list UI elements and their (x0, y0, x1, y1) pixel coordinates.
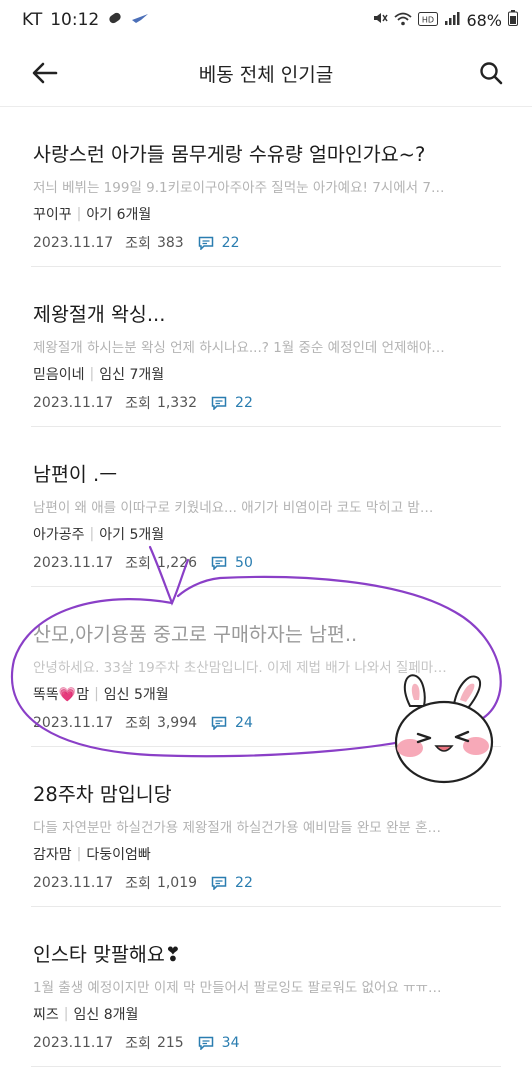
mute-icon (372, 10, 389, 30)
views-count: 3,994 (156, 715, 198, 731)
meta-divider: | (76, 206, 82, 222)
post-meta: 믿음이네 | 임신 7개월 (33, 364, 164, 384)
views-count: 215 (156, 1035, 184, 1051)
views-count: 1,226 (156, 555, 198, 571)
post-item[interactable]: 인스타 맞팔해요❣ 1월 출생 예정이지만 이제 막 만들어서 팔로잉도 팔로워… (31, 907, 501, 1067)
post-preview: 제왕절개 하시는분 왁싱 언제 하시나요...? 1월 중순 예정인데 언제해야… (33, 340, 445, 356)
carrier-label: KT (22, 10, 43, 30)
post-title: 사랑스런 아가들 몸무게랑 수유량 얼마인가요~? (33, 143, 426, 166)
meta-divider: | (94, 686, 99, 702)
post-author: 꾸이꾸 (33, 207, 72, 223)
meta-divider: | (76, 846, 82, 862)
comment-count: 22 (235, 395, 253, 411)
post-stage: 아기 5개월 (99, 527, 165, 543)
post-footer: 2023.11.17 조회 1,226 50 (33, 553, 253, 573)
post-footer: 2023.11.17 조회 1,019 22 (33, 873, 253, 893)
post-title: 산모,아기용품 중고로 구매하자는 남편.. (33, 623, 358, 646)
app-header: 베동 전체 인기글 (0, 40, 532, 107)
post-meta: 감자맘 | 다둥이엄빠 (33, 844, 151, 864)
post-author: 똑똑💗맘 (33, 687, 90, 703)
post-meta: 똑똑💗맘 | 임신 5개월 (33, 684, 169, 704)
post-date: 2023.11.17 (33, 555, 114, 571)
post-date: 2023.11.17 (33, 1035, 114, 1051)
post-date: 2023.11.17 (33, 715, 114, 731)
battery-icon (508, 10, 518, 30)
plane-icon (131, 12, 149, 28)
post-date: 2023.11.17 (33, 235, 114, 251)
post-meta: 찌즈 | 임신 8개월 (33, 1004, 138, 1024)
back-arrow-icon (32, 62, 58, 84)
wifi-icon (394, 11, 413, 30)
post-preview: 다들 자연분만 하실건가용 제왕절개 하실건가용 예비맘들 완모 완분 혼… (33, 820, 442, 836)
comment-icon (198, 236, 214, 250)
post-author: 믿음이네 (33, 367, 85, 383)
comment-count: 22 (221, 235, 240, 251)
comment-icon (211, 716, 227, 730)
status-bar: KT 10:12 HD 68% (0, 0, 532, 40)
post-date: 2023.11.17 (33, 395, 114, 411)
comment-count: 50 (235, 555, 253, 571)
post-preview: 저늬 베뷔는 199일 9.1키로이구아주아주 질먹눈 아가예요! 7시에서 7… (33, 180, 445, 196)
views-label: 조회 (125, 556, 151, 572)
comment-count: 34 (221, 1035, 240, 1051)
post-title: 남편이 .ㅡ (33, 463, 118, 486)
back-button[interactable] (28, 56, 62, 90)
hd-icon: HD (418, 11, 439, 30)
post-stage: 임신 5개월 (103, 687, 169, 703)
post-title: 28주차 맘입니당 (33, 783, 172, 806)
post-footer: 2023.11.17 조회 383 22 (33, 233, 240, 253)
comment-icon (211, 396, 227, 410)
meta-divider: | (63, 1006, 69, 1022)
post-stage: 다둥이엄빠 (86, 847, 151, 863)
badge-icon (107, 11, 123, 29)
views-label: 조회 (125, 716, 151, 732)
comment-icon (211, 876, 227, 890)
post-footer: 2023.11.17 조회 215 34 (33, 1033, 240, 1053)
page-title: 베동 전체 인기글 (198, 63, 334, 86)
clock: 10:12 (50, 10, 100, 30)
comment-icon (211, 556, 227, 570)
views-label: 조회 (125, 876, 151, 892)
post-preview: 남편이 왜 애를 이따구로 키웠네요... 애기가 비염이라 코도 막히고 밤… (33, 500, 434, 516)
post-meta: 꾸이꾸 | 아기 6개월 (33, 204, 151, 224)
meta-divider: | (89, 526, 95, 542)
post-title: 제왕절개 왁싱... (33, 303, 166, 326)
search-icon (480, 62, 503, 85)
svg-text:HD: HD (422, 15, 434, 24)
views-label: 조회 (125, 396, 151, 412)
post-date: 2023.11.17 (33, 875, 114, 891)
views-count: 383 (156, 235, 184, 251)
post-title: 인스타 맞팔해요❣ (33, 943, 182, 966)
post-footer: 2023.11.17 조회 3,994 24 (33, 713, 253, 733)
meta-divider: | (89, 366, 95, 382)
post-list: 사랑스런 아가들 몸무게랑 수유량 얼마인가요~? 저늬 베뷔는 199일 9.… (0, 107, 532, 1067)
views-count: 1,332 (156, 395, 198, 411)
views-label: 조회 (125, 236, 151, 252)
post-stage: 임신 7개월 (99, 367, 165, 383)
views-count: 1,019 (156, 875, 198, 891)
post-item[interactable]: 남편이 .ㅡ 남편이 왜 애를 이따구로 키웠네요... 애기가 비염이라 코도… (31, 427, 501, 587)
post-author: 찌즈 (33, 1007, 59, 1023)
post-footer: 2023.11.17 조회 1,332 22 (33, 393, 253, 413)
post-stage: 아기 6개월 (86, 207, 152, 223)
comment-count: 22 (235, 875, 253, 891)
search-button[interactable] (474, 56, 508, 90)
post-preview: 1월 출생 예정이지만 이제 막 만들어서 팔로잉도 팔로워도 없어요 ㅠㅠ… (33, 980, 442, 996)
post-meta: 아가공주 | 아기 5개월 (33, 524, 164, 544)
status-right: HD 68% (372, 10, 518, 30)
comment-icon (198, 1036, 214, 1050)
bunny-sticker (388, 666, 500, 784)
comment-count: 24 (235, 715, 253, 731)
post-stage: 임신 8개월 (73, 1007, 139, 1023)
status-left: KT 10:12 (22, 10, 149, 30)
signal-icon (444, 11, 460, 30)
battery-percent: 68% (466, 10, 502, 30)
post-author: 아가공주 (33, 527, 85, 543)
post-author: 감자맘 (33, 847, 72, 863)
views-label: 조회 (125, 1036, 151, 1052)
post-item[interactable]: 제왕절개 왁싱... 제왕절개 하시는분 왁싱 언제 하시나요...? 1월 중… (31, 267, 501, 427)
post-item[interactable]: 사랑스런 아가들 몸무게랑 수유량 얼마인가요~? 저늬 베뷔는 199일 9.… (31, 107, 501, 267)
